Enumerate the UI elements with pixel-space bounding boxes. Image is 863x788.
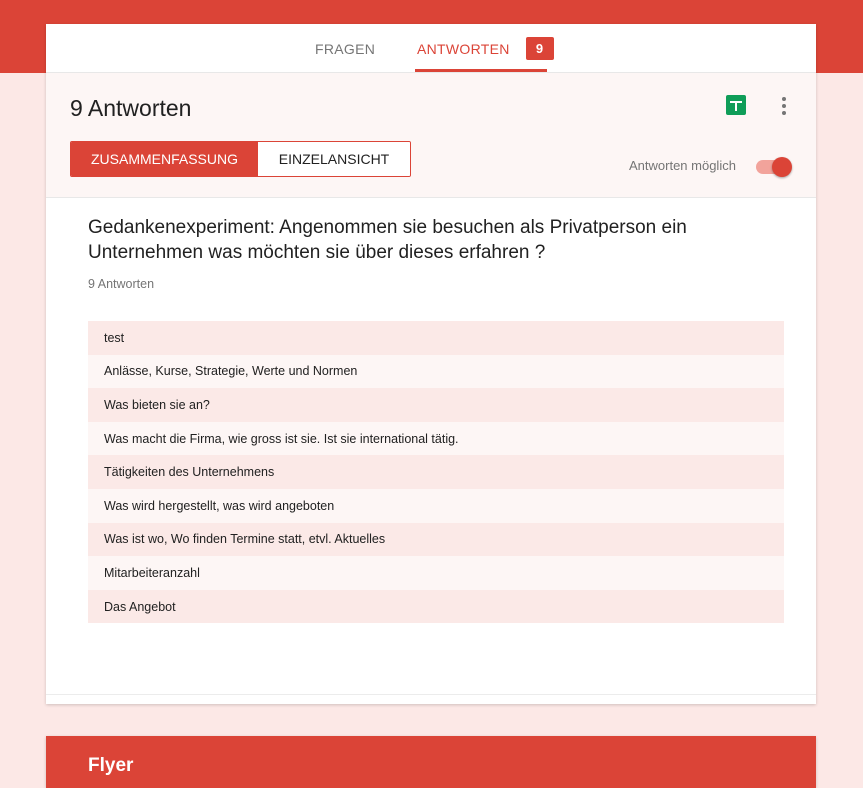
accepting-responses-label: Antworten möglich	[629, 158, 736, 173]
list-item: Was ist wo, Wo finden Termine statt, etv…	[88, 522, 784, 557]
list-item: Mitarbeiteranzahl	[88, 556, 784, 590]
more-vert-icon[interactable]	[776, 95, 792, 117]
question-summary: Gedankenexperiment: Angenommen sie besuc…	[88, 215, 784, 291]
list-item: Was bieten sie an?	[88, 388, 784, 422]
question-response-count: 9 Antworten	[88, 277, 155, 291]
page-title: 9 Antworten	[70, 95, 192, 121]
view-toggle: ZUSAMMENFASSUNG EINZELANSICHT	[70, 141, 411, 177]
summary-button[interactable]: ZUSAMMENFASSUNG	[71, 142, 258, 176]
list-item: Was wird hergestellt, was wird angeboten	[88, 488, 784, 523]
divider	[46, 694, 816, 695]
list-item: test	[88, 321, 784, 355]
section-title: Flyer	[88, 755, 134, 776]
tab-questions[interactable]: FRAGEN	[315, 24, 375, 73]
section-header-card: Flyer	[46, 736, 816, 788]
active-tab-indicator	[415, 69, 547, 72]
individual-view-button[interactable]: EINZELANSICHT	[258, 142, 410, 176]
tab-bar: FRAGEN ANTWORTEN 9	[46, 24, 816, 73]
list-item: Was macht die Firma, wie gross ist sie. …	[88, 421, 784, 456]
sheets-icon[interactable]	[726, 95, 746, 115]
responses-header: 9 Antworten ZUSAMMENFASSUNG EINZELANSICH…	[46, 73, 816, 198]
tab-responses[interactable]: ANTWORTEN 9	[417, 24, 554, 73]
tab-responses-label: ANTWORTEN	[417, 40, 510, 57]
list-item: Anlässe, Kurse, Strategie, Werte und Nor…	[88, 354, 784, 389]
list-item: Tätigkeiten des Unternehmens	[88, 455, 784, 489]
question-title: Gedankenexperiment: Angenommen sie besuc…	[88, 217, 687, 263]
responses-card: FRAGEN ANTWORTEN 9 9 Antworten ZUSAMMENF…	[46, 24, 816, 704]
responses-count-badge: 9	[525, 37, 554, 60]
list-item: Das Angebot	[88, 589, 784, 624]
accepting-responses-toggle[interactable]	[756, 157, 792, 177]
answer-list: test Anlässe, Kurse, Strategie, Werte un…	[88, 321, 784, 624]
toggle-knob	[772, 157, 792, 177]
